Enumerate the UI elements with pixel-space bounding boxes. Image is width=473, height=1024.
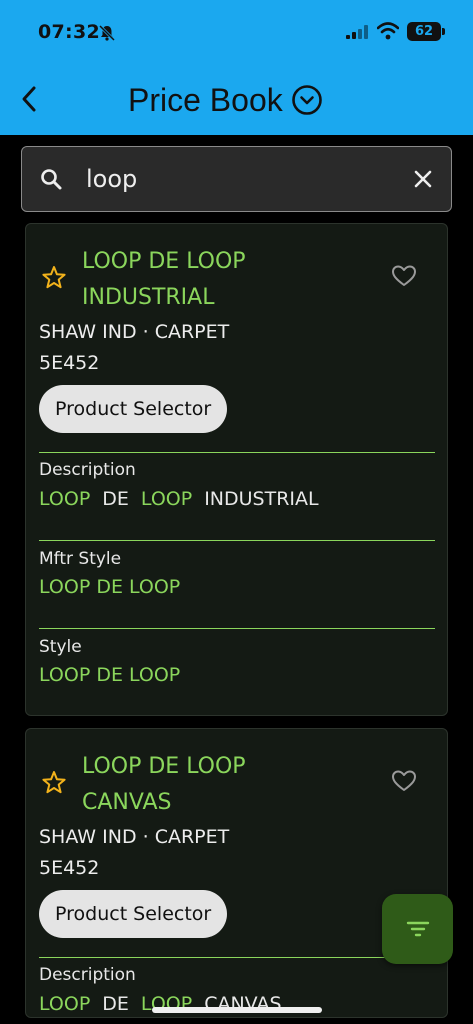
star-icon[interactable] bbox=[40, 264, 68, 292]
home-indicator[interactable] bbox=[152, 1007, 322, 1013]
heart-icon[interactable] bbox=[390, 262, 418, 290]
page-title: Price Book bbox=[128, 81, 283, 118]
bell-muted-icon bbox=[98, 24, 116, 42]
product-title: LOOP DE LOOP CANVAS bbox=[82, 754, 246, 815]
price-book-dropdown[interactable]: Price Book bbox=[128, 78, 323, 122]
heart-icon[interactable] bbox=[390, 767, 418, 795]
battery-indicator: 62 bbox=[407, 22, 445, 41]
clear-search-icon[interactable] bbox=[409, 165, 437, 193]
brand-category: SHAW IND · CARPET bbox=[39, 826, 230, 848]
divider bbox=[39, 452, 435, 453]
mftr-style-label: Mftr Style bbox=[39, 549, 122, 569]
signal-icon bbox=[346, 25, 368, 39]
status-bar: 07:32 62 bbox=[0, 0, 473, 64]
status-time: 07:32 bbox=[38, 21, 100, 43]
wifi-icon bbox=[377, 22, 399, 40]
star-icon[interactable] bbox=[40, 769, 68, 797]
product-card[interactable]: LOOP DE LOOP INDUSTRIAL SHAW IND · CARPE… bbox=[25, 223, 448, 716]
product-code: 5E452 bbox=[39, 352, 100, 374]
description-label: Description bbox=[39, 460, 136, 480]
search-input[interactable] bbox=[86, 161, 386, 197]
product-card[interactable]: LOOP DE LOOP CANVAS SHAW IND · CARPET 5E… bbox=[25, 728, 448, 1018]
filter-icon bbox=[406, 921, 429, 937]
back-chevron-icon bbox=[22, 86, 36, 112]
back-button[interactable] bbox=[12, 80, 46, 118]
product-title: LOOP DE LOOP INDUSTRIAL bbox=[82, 249, 246, 310]
description-label: Description bbox=[39, 965, 136, 985]
style-value: LOOP DE LOOP bbox=[39, 664, 181, 686]
app-header: Price Book bbox=[0, 64, 473, 135]
search-icon bbox=[41, 169, 62, 190]
brand-category: SHAW IND · CARPET bbox=[39, 321, 230, 343]
search-box bbox=[21, 146, 452, 212]
description-value: LOOP DE LOOP INDUSTRIAL bbox=[39, 488, 319, 510]
divider bbox=[39, 957, 435, 958]
style-label: Style bbox=[39, 637, 82, 657]
filter-button[interactable] bbox=[382, 894, 453, 964]
product-selector-button[interactable]: Product Selector bbox=[39, 890, 228, 938]
divider bbox=[39, 540, 435, 541]
product-code: 5E452 bbox=[39, 857, 100, 879]
divider bbox=[39, 628, 435, 629]
mftr-style-value: LOOP DE LOOP bbox=[39, 576, 181, 598]
chevron-down-circle-icon bbox=[291, 85, 322, 115]
product-selector-button[interactable]: Product Selector bbox=[39, 385, 228, 433]
